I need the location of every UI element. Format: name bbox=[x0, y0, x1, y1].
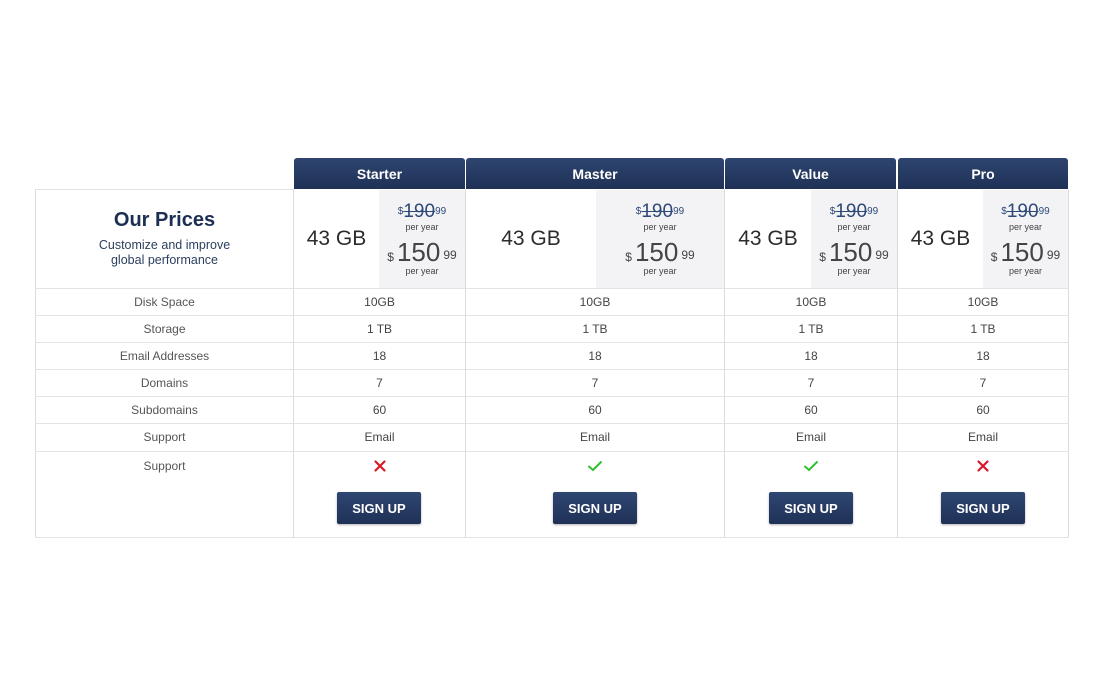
feature-value: 18 bbox=[804, 349, 818, 363]
feature-value: 10GB bbox=[364, 295, 395, 309]
plan-header-value: Value bbox=[725, 158, 896, 189]
feature-label: Domains bbox=[140, 376, 189, 390]
feature-label: Support bbox=[143, 459, 186, 473]
feature-value: 7 bbox=[807, 376, 815, 390]
feature-value: 18 bbox=[588, 349, 602, 363]
plan-header-starter: Starter bbox=[294, 158, 465, 189]
page-title: Our Prices bbox=[113, 209, 216, 231]
old-price: $19099 bbox=[829, 201, 879, 222]
feature-value: 18 bbox=[976, 349, 990, 363]
feature-value: 7 bbox=[591, 376, 599, 390]
feature-value: 10GB bbox=[967, 295, 999, 309]
price-box: $19099 per year $150 99 per year bbox=[983, 190, 1068, 288]
feature-value: 60 bbox=[588, 403, 602, 417]
feature-value: 18 bbox=[372, 349, 387, 363]
feature-label: Subdomains bbox=[131, 403, 198, 417]
new-price: $150 99 bbox=[819, 237, 889, 267]
price-box: $19099 per year $150 99 per year bbox=[596, 190, 724, 288]
feature-value: 10GB bbox=[795, 295, 827, 309]
feature-value: 1 TB bbox=[798, 322, 824, 336]
feature-value: Email bbox=[364, 430, 395, 444]
table-border-top bbox=[35, 189, 293, 190]
feature-label: Support bbox=[143, 430, 186, 444]
plan-storage: 43 GB bbox=[501, 227, 561, 250]
x-icon bbox=[294, 456, 465, 476]
page-subtitle-line-1: Customize and improve bbox=[98, 238, 231, 252]
plan-storage: 43 GB bbox=[910, 227, 971, 250]
feature-value: Email bbox=[967, 430, 998, 444]
feature-value: 60 bbox=[976, 403, 990, 417]
new-price-period: per year bbox=[837, 266, 871, 276]
old-price-period: per year bbox=[837, 222, 871, 232]
feature-value: Email bbox=[795, 430, 826, 444]
sign-up-button-master[interactable]: SIGN UP bbox=[553, 492, 637, 524]
x-icon bbox=[898, 456, 1068, 476]
page-subtitle-line-2: global performance bbox=[110, 253, 218, 267]
sign-up-button-value[interactable]: SIGN UP bbox=[769, 492, 853, 524]
row-divider bbox=[35, 451, 1069, 452]
page-subtitle: Customize and improve global performance bbox=[36, 238, 293, 268]
feature-value: Email bbox=[579, 430, 610, 444]
feature-value: 60 bbox=[804, 403, 818, 417]
price-box: $19099 per year $150 99 per year bbox=[811, 190, 897, 288]
feature-label: Email Addresses bbox=[119, 349, 210, 363]
old-price-period: per year bbox=[643, 222, 677, 232]
feature-value: 1 TB bbox=[366, 322, 393, 336]
old-price-period: per year bbox=[1008, 222, 1043, 232]
sign-up-button-pro[interactable]: SIGN UP bbox=[941, 492, 1025, 524]
check-icon bbox=[725, 456, 897, 476]
feature-value: 1 TB bbox=[970, 322, 996, 336]
new-price-period: per year bbox=[643, 266, 677, 276]
sign-up-button-starter[interactable]: SIGN UP bbox=[337, 492, 421, 524]
old-price: $19099 bbox=[397, 201, 447, 222]
feature-label: Disk Space bbox=[134, 295, 195, 309]
feature-value: 1 TB bbox=[582, 322, 608, 336]
new-price: $150 99 bbox=[625, 237, 695, 267]
feature-value: 7 bbox=[979, 376, 987, 390]
check-icon bbox=[466, 456, 724, 476]
feature-value: 10GB bbox=[579, 295, 611, 309]
feature-value: 7 bbox=[376, 376, 383, 390]
table-border-right bbox=[1068, 189, 1069, 538]
plan-header-pro: Pro bbox=[898, 158, 1068, 189]
plan-storage: 43 GB bbox=[738, 227, 798, 250]
pricing-table: Starter Master Value Pro Our Prices Cust… bbox=[0, 0, 1100, 700]
plan-header-master: Master bbox=[466, 158, 724, 189]
plan-storage: 43 GB bbox=[306, 227, 367, 250]
new-price-period: per year bbox=[405, 266, 439, 276]
new-price: $150 99 bbox=[387, 237, 457, 267]
old-price: $19099 bbox=[635, 201, 685, 222]
feature-label: Storage bbox=[143, 322, 186, 336]
table-border-bottom bbox=[35, 537, 1069, 538]
new-price: $150 99 bbox=[990, 237, 1061, 267]
old-price: $19099 bbox=[1001, 201, 1050, 222]
feature-value: 60 bbox=[372, 403, 387, 417]
new-price-period: per year bbox=[1008, 266, 1043, 276]
price-box: $19099 per year $150 99 per year bbox=[379, 190, 465, 288]
old-price-period: per year bbox=[405, 222, 439, 232]
